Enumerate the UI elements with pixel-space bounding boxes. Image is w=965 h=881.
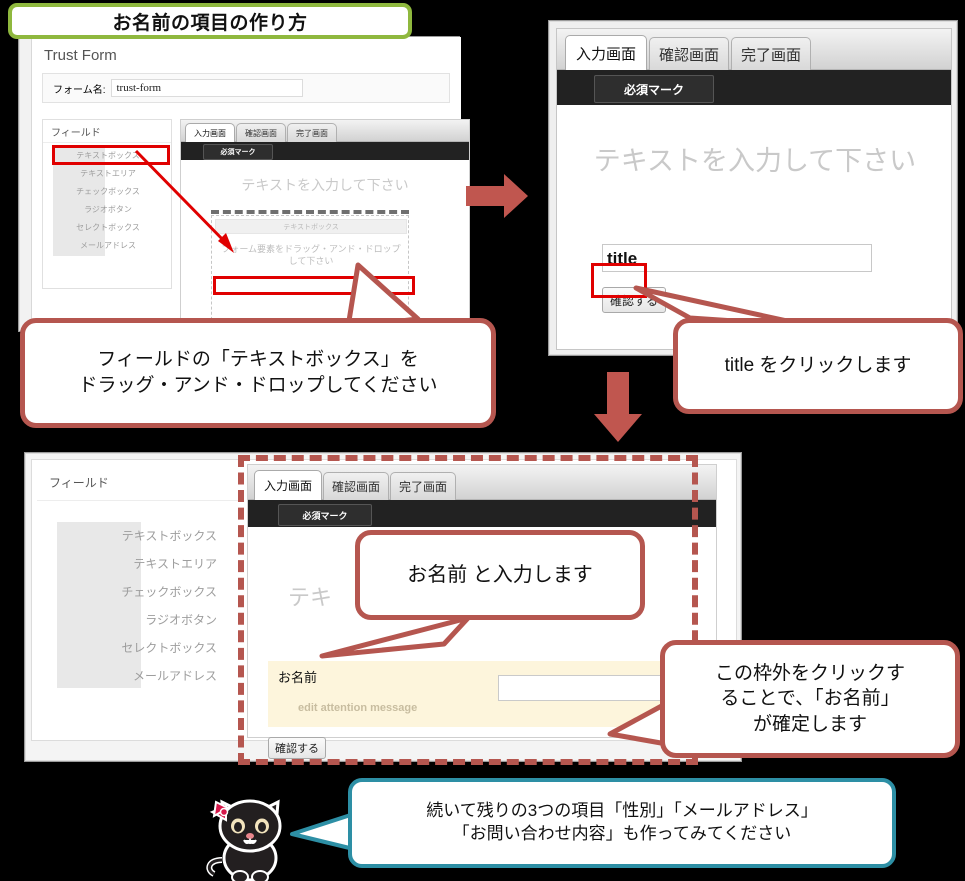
form-name-bar: フォーム名: trust-form [42, 73, 450, 103]
tab-confirm-screen-2[interactable]: 確認画面 [649, 37, 729, 71]
cat-mascot-icon [206, 799, 282, 881]
preview-tabsbar: 入力画面 確認画面 完了画面 [181, 120, 469, 142]
tab-complete-screen-2[interactable]: 完了画面 [731, 37, 811, 71]
field-item-mailaddress-2[interactable]: メールアドレス [37, 667, 217, 684]
callout-type-name-text: お名前 と入力します [407, 563, 593, 586]
callout-drag-drop: フィールドの「テキストボックス」を ドラッグ・アンド・ドロップしてください [20, 318, 496, 428]
page-title: お名前の項目の作り方 [112, 12, 308, 34]
callout-click-title: title をクリックします [673, 318, 963, 414]
drag-arrow-icon [134, 149, 234, 253]
callout-cat-line2: 「お問い合わせ内容」も作ってみてください [452, 824, 792, 843]
field-item-textbox-2[interactable]: テキストボックス [37, 527, 217, 544]
field-item-checkbox-2[interactable]: チェックボックス [37, 583, 217, 600]
callout-cat-line1: 続いて残りの3つの項目「性別」「メールアドレス」 [426, 801, 818, 821]
field-item-radiobutton-2[interactable]: ラジオボタン [37, 611, 217, 628]
page-title-banner: お名前の項目の作り方 [8, 3, 412, 39]
app-title: Trust Form [44, 47, 117, 64]
callout-drag-drop-line1: フィールドの「テキストボックス」を [97, 349, 419, 371]
preview-tabsbar-2: 入力画面 確認画面 完了画面 [557, 29, 951, 71]
tab-input-screen-2[interactable]: 入力画面 [565, 35, 647, 71]
required-mark-bar-2: 必須マーク [557, 70, 951, 105]
callout-drag-drop-line2: ドラッグ・アンド・ドロップしてください [78, 375, 438, 396]
form-name-input[interactable]: trust-form [111, 79, 304, 97]
tab-complete-screen[interactable]: 完了画面 [287, 123, 337, 142]
callout-outside-click-line3: が確定します [752, 713, 867, 735]
preview-ghost-heading-2: テキストを入力して下さい [593, 146, 917, 176]
form-name-label: フォーム名: [53, 84, 106, 96]
field-item-selectbox-2[interactable]: セレクトボックス [37, 639, 217, 656]
callout-outside-click-line2: ることで、「お名前」 [720, 688, 900, 710]
arrow-right-icon [466, 174, 528, 218]
callout-outside-click: この枠外をクリックす ることで、「お名前」 が確定します [660, 640, 960, 758]
callout-outside-click-line1: この枠外をクリックす [714, 662, 905, 684]
arrow-down-icon [594, 372, 642, 442]
required-mark-button-2[interactable]: 必須マーク [594, 75, 714, 103]
field-list-heading-2: フィールド [37, 464, 242, 501]
field-list-highlight-band-2 [57, 522, 141, 688]
field-list-box-2: フィールド テキストボックス テキストエリア チェックボックス ラジオボタン セ… [37, 464, 242, 726]
tab-input-screen[interactable]: 入力画面 [185, 123, 235, 142]
field-list-heading: フィールド [43, 120, 171, 143]
callout-click-title-text: title をクリックします [724, 355, 912, 377]
field-item-textarea-2[interactable]: テキストエリア [37, 555, 217, 572]
tab-confirm-screen[interactable]: 確認画面 [236, 123, 286, 142]
callout-cat: 続いて残りの3つの項目「性別」「メールアドレス」 「お問い合わせ内容」も作ってみ… [348, 778, 896, 868]
callout-type-name: お名前 と入力します [355, 530, 645, 620]
